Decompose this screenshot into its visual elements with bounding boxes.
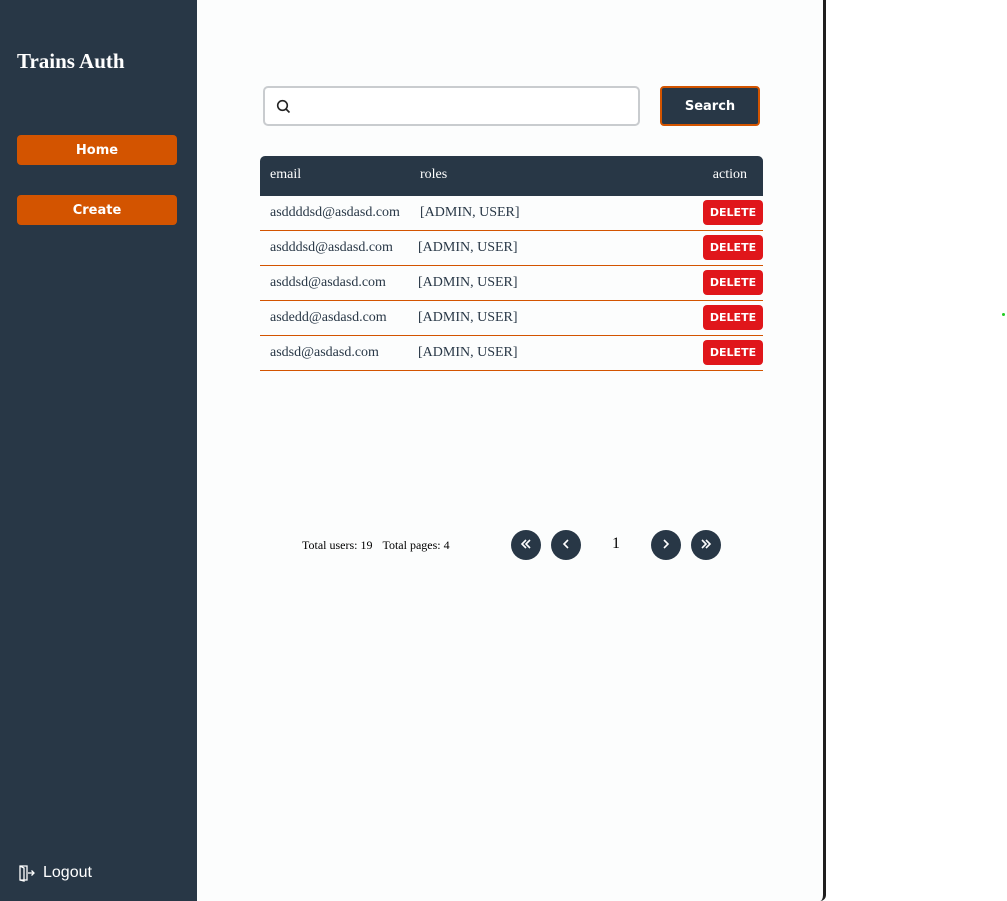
chevron-right-icon xyxy=(659,537,673,554)
indicator-dot xyxy=(1002,313,1005,316)
total-users: Total users: 19 xyxy=(302,538,373,552)
row-roles: [ADMIN, USER] xyxy=(420,205,520,220)
column-header-email: email xyxy=(270,167,302,182)
total-pages: Total pages: 4 xyxy=(382,538,450,552)
delete-button[interactable]: DELETE xyxy=(703,305,763,330)
row-email: asddddsd@asdasd.com xyxy=(270,205,400,220)
row-email: asdddsd@asdasd.com xyxy=(270,240,393,255)
chevron-left-icon xyxy=(559,537,573,554)
row-email: asdsd@asdasd.com xyxy=(270,345,379,360)
logout-label: Logout xyxy=(43,864,92,881)
create-button[interactable]: Create xyxy=(17,195,177,225)
sidebar: Trains Auth Home Create Logout xyxy=(0,0,197,901)
search-icon xyxy=(276,99,291,119)
search-field[interactable] xyxy=(263,86,640,126)
table-row: asdedd@asdasd.com [ADMIN, USER] DELETE xyxy=(260,301,763,336)
row-roles: [ADMIN, USER] xyxy=(418,275,518,290)
column-header-roles: roles xyxy=(420,167,448,182)
logout-icon xyxy=(17,864,35,882)
current-page: 1 xyxy=(612,535,620,552)
row-roles: [ADMIN, USER] xyxy=(418,345,518,360)
row-roles: [ADMIN, USER] xyxy=(418,310,518,325)
double-chevron-right-icon xyxy=(699,537,713,554)
table-row: asdddsd@asdasd.com [ADMIN, USER] DELETE xyxy=(260,231,763,266)
last-page-button[interactable] xyxy=(691,530,721,560)
search-button[interactable]: Search xyxy=(660,86,760,126)
pagination-totals: Total users: 19 Total pages: 4 xyxy=(302,538,450,553)
double-chevron-left-icon xyxy=(519,537,533,554)
delete-button[interactable]: DELETE xyxy=(703,340,763,365)
row-email: asdedd@asdasd.com xyxy=(270,310,387,325)
row-roles: [ADMIN, USER] xyxy=(418,240,518,255)
logout-button[interactable]: Logout xyxy=(17,862,92,884)
main-panel xyxy=(197,0,826,901)
table-row: asddsd@asdasd.com [ADMIN, USER] DELETE xyxy=(260,266,763,301)
column-header-action: action xyxy=(712,167,747,182)
table-header: email roles action xyxy=(260,156,763,196)
app-title: Trains Auth xyxy=(17,49,125,73)
table-row: asdsd@asdasd.com [ADMIN, USER] DELETE xyxy=(260,336,763,371)
home-button[interactable]: Home xyxy=(17,135,177,165)
first-page-button[interactable] xyxy=(511,530,541,560)
next-page-button[interactable] xyxy=(651,530,681,560)
prev-page-button[interactable] xyxy=(551,530,581,560)
search-input[interactable] xyxy=(297,94,627,118)
table-row: asddddsd@asdasd.com [ADMIN, USER] DELETE xyxy=(260,196,763,231)
delete-button[interactable]: DELETE xyxy=(703,200,763,225)
row-email: asddsd@asdasd.com xyxy=(270,275,386,290)
delete-button[interactable]: DELETE xyxy=(703,270,763,295)
delete-button[interactable]: DELETE xyxy=(703,235,763,260)
